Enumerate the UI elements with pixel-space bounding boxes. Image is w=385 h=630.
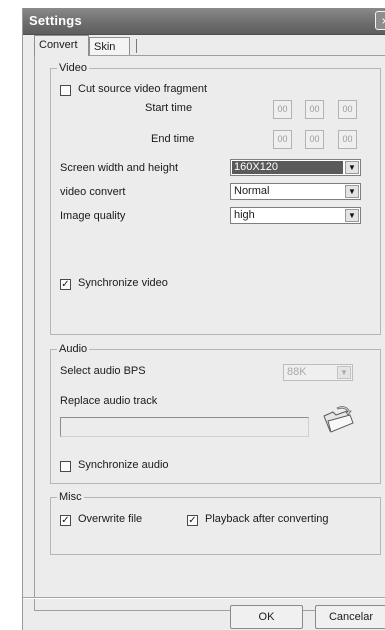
tab-skin-label: Skin [94, 41, 116, 53]
video-convert-value: Normal [234, 185, 270, 197]
convert-panel: Video Cut source video fragment Start ti… [34, 55, 385, 611]
screen-size-value: 160X120 [234, 161, 279, 173]
start-time-label: Start time [145, 102, 193, 114]
tab-skin[interactable]: Skin [89, 37, 130, 56]
open-folder-icon[interactable] [320, 406, 356, 438]
replace-audio-label: Replace audio track [60, 395, 158, 407]
button-separator [23, 597, 385, 599]
cancel-button[interactable]: Cancelar [315, 605, 385, 629]
video-legend: Video [57, 62, 89, 74]
misc-legend: Misc [57, 491, 84, 503]
sync-audio-label: Synchronize audio [78, 459, 169, 471]
overwrite-file-checkbox[interactable]: ✓ [60, 515, 71, 526]
overwrite-file-label: Overwrite file [78, 513, 143, 525]
settings-window: Settings × Convert Skin Video Cut source… [22, 8, 385, 630]
cut-fragment-label: Cut source video fragment [78, 83, 208, 95]
cut-fragment-checkbox[interactable] [60, 85, 71, 96]
image-quality-value: high [234, 209, 255, 221]
chevron-down-icon[interactable]: ▼ [345, 185, 359, 198]
audio-bps-select[interactable]: 88K ▼ [283, 364, 353, 381]
chevron-down-icon[interactable]: ▼ [345, 161, 359, 174]
video-convert-select[interactable]: Normal ▼ [230, 183, 361, 200]
audio-bps-value: 88K [287, 366, 307, 378]
image-quality-label: Image quality [60, 210, 126, 222]
start-time-hours[interactable]: 00 [273, 100, 292, 119]
audio-group: Audio Select audio BPS 88K ▼ Replace aud… [50, 343, 381, 484]
end-time-label: End time [151, 133, 195, 145]
playback-checkbox[interactable]: ✓ [187, 515, 198, 526]
audio-bps-label: Select audio BPS [60, 365, 146, 377]
chevron-down-icon[interactable]: ▼ [337, 366, 351, 379]
misc-group: Misc ✓ Overwrite file ✓ Playback after c… [50, 491, 381, 555]
playback-label: Playback after converting [205, 513, 329, 525]
tab-convert-label: Convert [39, 39, 78, 51]
end-time-minutes[interactable]: 00 [305, 130, 324, 149]
close-icon[interactable]: × [375, 11, 385, 30]
screen-size-label: Screen width and height [60, 162, 179, 174]
sync-audio-checkbox[interactable] [60, 461, 71, 472]
end-time-seconds[interactable]: 00 [338, 130, 357, 149]
tab-convert[interactable]: Convert [34, 35, 89, 56]
video-convert-label: video convert [60, 186, 126, 198]
start-time-minutes[interactable]: 00 [305, 100, 324, 119]
start-time-seconds[interactable]: 00 [338, 100, 357, 119]
screen-size-select[interactable]: 160X120 ▼ [230, 159, 361, 176]
image-quality-select[interactable]: high ▼ [230, 207, 361, 224]
ok-button[interactable]: OK [230, 605, 303, 629]
end-time-hours[interactable]: 00 [273, 130, 292, 149]
sync-video-label: Synchronize video [78, 277, 168, 289]
chevron-down-icon[interactable]: ▼ [345, 209, 359, 222]
replace-audio-field[interactable] [60, 417, 309, 437]
audio-legend: Audio [57, 343, 90, 355]
window-title: Settings [29, 13, 82, 28]
video-group: Video Cut source video fragment Start ti… [50, 62, 381, 335]
title-bar[interactable]: Settings × [23, 8, 385, 35]
sync-video-checkbox[interactable]: ✓ [60, 279, 71, 290]
open-folder-icon-graphic [323, 406, 354, 433]
tab-divider [136, 39, 137, 53]
